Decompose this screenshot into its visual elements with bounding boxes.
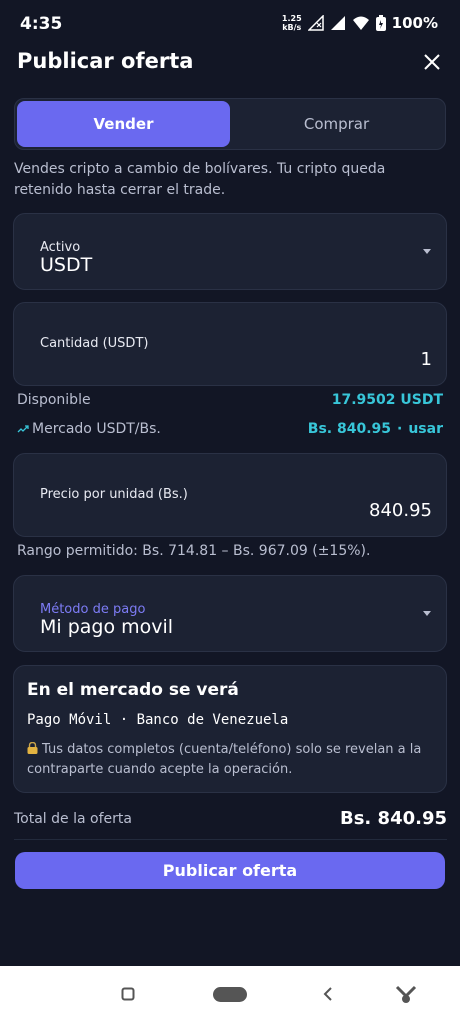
privacy-note-text: Tus datos completos (cuenta/teléfono) so… — [27, 742, 422, 777]
payment-method-value: Mi pago movil — [40, 616, 174, 638]
asset-select[interactable]: Activo USDT — [13, 213, 447, 290]
close-icon[interactable] — [422, 52, 442, 72]
lock-icon — [27, 741, 38, 754]
battery-level: 100% — [391, 14, 438, 32]
available-label: Disponible — [17, 392, 91, 408]
use-market-price-button[interactable]: usar — [408, 421, 443, 437]
payment-method-label: Método de pago — [40, 602, 146, 617]
status-bar: 4:35 1.25 kB/s 100% — [0, 0, 460, 48]
chevron-down-icon — [423, 249, 431, 254]
helper-text: Vendes cripto a cambio de bolívares. Tu … — [14, 161, 386, 198]
recents-icon[interactable] — [121, 987, 135, 1001]
battery-icon — [375, 15, 386, 31]
home-pill-icon[interactable] — [213, 987, 247, 1002]
total-value: Bs. 840.95 — [340, 808, 447, 829]
price-field[interactable]: Precio por unidad (Bs.) 840.95 — [13, 453, 447, 537]
privacy-note: Tus datos completos (cuenta/teléfono) so… — [27, 740, 437, 780]
assistant-icon[interactable] — [395, 982, 417, 1004]
market-price-value: Bs. 840.95 — [307, 421, 392, 437]
total-label: Total de la oferta — [14, 810, 132, 827]
payment-method-select[interactable]: Método de pago Mi pago movil — [13, 575, 447, 652]
available-row: Disponible 17.9502 USDT — [17, 392, 443, 408]
price-label: Precio por unidad (Bs.) — [40, 487, 188, 502]
no-signal-icon — [307, 15, 324, 31]
app-bar: Publicar oferta — [0, 44, 460, 84]
publish-offer-button[interactable]: Publicar oferta — [15, 852, 445, 889]
range-text: Rango permitido: Bs. 714.81 – Bs. 967.09… — [17, 543, 371, 559]
trending-up-icon — [17, 425, 29, 433]
tab-buy[interactable]: Comprar — [230, 101, 443, 147]
status-icons: 1.25 kB/s 100% — [282, 14, 438, 32]
page-title: Publicar oferta — [17, 49, 194, 73]
system-nav-bar — [0, 966, 460, 1022]
chevron-down-icon — [423, 611, 431, 616]
market-preview-title: En el mercado se verá — [27, 680, 239, 700]
market-price-separator: · — [397, 421, 403, 437]
trade-type-tabs: Vender Comprar — [14, 98, 446, 150]
amount-label: Cantidad (USDT) — [40, 336, 149, 351]
available-value: 17.9502 USDT — [331, 392, 443, 408]
amount-input[interactable]: 1 — [421, 349, 432, 370]
price-input[interactable]: 840.95 — [369, 500, 432, 521]
total-row: Total de la oferta Bs. 840.95 — [14, 808, 447, 840]
status-time: 4:35 — [20, 14, 63, 34]
asset-label: Activo — [40, 240, 81, 255]
tab-sell[interactable]: Vender — [17, 101, 230, 147]
signal-icon — [330, 16, 345, 30]
market-price-label-group: Mercado USDT/Bs. — [17, 421, 161, 437]
asset-value: USDT — [40, 254, 93, 276]
wifi-icon — [352, 16, 369, 30]
back-icon[interactable] — [322, 986, 334, 1002]
market-price-row: Mercado USDT/Bs. Bs. 840.95 · usar — [17, 421, 443, 437]
market-preview-method: Pago Móvil · Banco de Venezuela — [27, 712, 289, 728]
market-preview-card: En el mercado se verá Pago Móvil · Banco… — [13, 665, 447, 793]
amount-field[interactable]: Cantidad (USDT) 1 — [13, 302, 447, 386]
net-speed: 1.25 kB/s — [281, 14, 302, 32]
market-price-label: Mercado USDT/Bs. — [32, 421, 161, 437]
market-price-group: Bs. 840.95 · usar — [308, 421, 443, 437]
